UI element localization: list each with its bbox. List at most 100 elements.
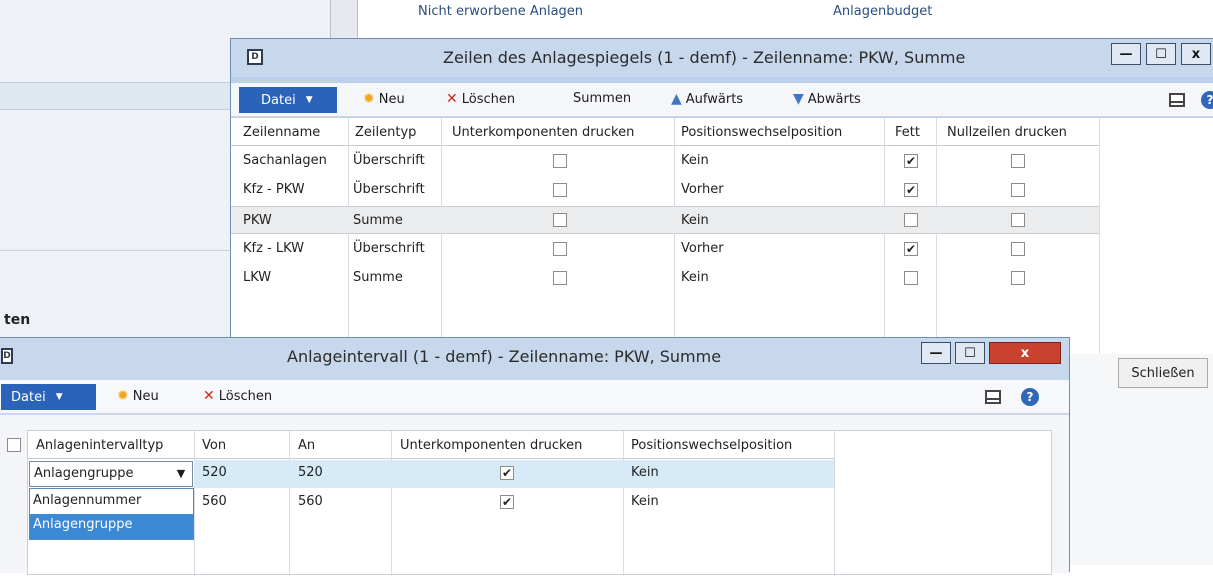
row-line-name: Kfz - PKW	[243, 182, 305, 197]
column-header-interval-type[interactable]: Anlagenintervalltyp	[36, 438, 163, 453]
minimize-button[interactable]: —	[1111, 43, 1141, 65]
print-null-lines-checkbox[interactable]	[1011, 183, 1025, 197]
app-icon: D	[247, 49, 263, 65]
close-window-button[interactable]: x	[989, 342, 1061, 364]
sums-button[interactable]: Summen	[573, 91, 631, 106]
column-header-line-type[interactable]: Zeilentyp	[355, 125, 416, 140]
row-line-name: PKW	[243, 213, 272, 228]
layout-icon[interactable]	[1169, 93, 1185, 107]
maximize-button[interactable]: ☐	[1146, 43, 1176, 65]
background-scrollbar[interactable]	[330, 0, 358, 40]
row-line-type: Überschrift	[353, 241, 425, 256]
select-all-checkbox[interactable]	[7, 438, 21, 452]
row-to: 520	[298, 465, 323, 480]
move-up-label: Aufwärts	[685, 91, 744, 107]
row-position-change: Kein	[631, 494, 659, 509]
print-subcomponents-checkbox[interactable]	[553, 183, 567, 197]
table-row[interactable]: LKW Summe Kein	[231, 264, 1099, 293]
close-button[interactable]: Schließen	[1118, 358, 1208, 388]
table-row[interactable]: Kfz - LKW Überschrift Vorher ✔	[231, 235, 1099, 264]
background-link-nicht-erworbene-anlagen[interactable]: Nicht erworbene Anlagen	[418, 4, 583, 19]
row-position-change: Kein	[631, 465, 659, 480]
delete-button[interactable]: ✕ Löschen	[203, 388, 272, 404]
maximize-button[interactable]: ☐	[955, 342, 985, 364]
help-icon[interactable]: ?	[1201, 91, 1213, 109]
bold-checkbox[interactable]: ✔	[904, 183, 918, 197]
bold-checkbox[interactable]: ✔	[904, 154, 918, 168]
print-subcomponents-checkbox[interactable]: ✔	[500, 495, 514, 509]
print-null-lines-checkbox[interactable]	[1011, 242, 1025, 256]
window-title: Anlageintervall (1 - demf) - Zeilenname:…	[287, 347, 722, 366]
help-icon[interactable]: ?	[1021, 388, 1039, 406]
window-title-bar[interactable]: D Anlageintervall (1 - demf) - Zeilennam…	[0, 338, 1069, 376]
table-row-selected[interactable]: PKW Summe Kein	[231, 206, 1099, 234]
new-star-icon: ✹	[117, 388, 129, 404]
print-subcomponents-checkbox[interactable]	[553, 242, 567, 256]
print-null-lines-checkbox[interactable]	[1011, 271, 1025, 285]
dropdown-option-asset-group: Anlagengruppe	[33, 517, 133, 532]
delete-x-icon: ✕	[203, 388, 215, 404]
file-menu-button[interactable]: Datei ▼	[239, 87, 337, 113]
column-header-position-change[interactable]: Positionswechselposition	[631, 438, 792, 453]
interval-grid-area: Anlagenintervalltyp Von An Unterkomponen…	[0, 415, 1069, 576]
delete-button[interactable]: ✕ Löschen	[446, 91, 515, 107]
close-window-button[interactable]: x	[1181, 43, 1211, 65]
print-subcomponents-checkbox[interactable]: ✔	[500, 466, 514, 480]
lines-grid: Zeilenname Zeilentyp Unterkomponenten dr…	[231, 118, 1213, 354]
table-row[interactable]: Kfz - PKW Überschrift Vorher ✔	[231, 176, 1099, 205]
print-subcomponents-checkbox[interactable]	[553, 213, 567, 227]
column-header-line-name[interactable]: Zeilenname	[243, 125, 320, 140]
row-line-name: LKW	[243, 270, 272, 285]
row-line-type: Summe	[353, 213, 403, 228]
column-header-position-change[interactable]: Positionswechselposition	[681, 125, 842, 140]
table-row[interactable]: Sachanlagen Überschrift Kein ✔	[231, 147, 1099, 176]
delete-label: Löschen	[218, 388, 273, 404]
combobox-value: Anlagengruppe	[34, 466, 134, 481]
column-divider	[834, 431, 835, 576]
print-null-lines-checkbox[interactable]	[1011, 213, 1025, 227]
file-menu-label: Datei	[11, 389, 46, 405]
row-position-change: Vorher	[681, 182, 724, 197]
column-header-from[interactable]: Von	[202, 438, 226, 453]
move-down-button[interactable]: ▼ Abwärts	[793, 91, 861, 107]
chevron-down-icon: ▼	[55, 392, 63, 402]
background-link-anlagenbudget[interactable]: Anlagenbudget	[833, 4, 932, 19]
column-header-print-subcomponents[interactable]: Unterkomponenten drucken	[400, 438, 582, 453]
new-button[interactable]: ✹ Neu	[363, 91, 405, 107]
print-subcomponents-checkbox[interactable]	[553, 154, 567, 168]
minimize-button[interactable]: —	[921, 342, 951, 364]
new-label: Neu	[378, 91, 405, 107]
bold-checkbox[interactable]	[904, 213, 918, 227]
row-line-type: Summe	[353, 270, 403, 285]
sums-label: Summen	[573, 91, 632, 106]
print-subcomponents-checkbox[interactable]	[553, 271, 567, 285]
row-position-change: Kein	[681, 153, 709, 168]
new-label: Neu	[132, 388, 159, 404]
dropdown-option-asset-number[interactable]: Anlagennummer	[33, 493, 141, 508]
column-header-to[interactable]: An	[298, 438, 315, 453]
column-header-print-subcomponents[interactable]: Unterkomponenten drucken	[452, 125, 634, 140]
column-header-bold[interactable]: Fett	[895, 125, 920, 140]
file-menu-button[interactable]: Datei ▼	[1, 384, 96, 410]
table-row-selected[interactable]: 520 520 ✔ Kein	[194, 460, 834, 488]
new-button[interactable]: ✹ Neu	[117, 388, 159, 404]
table-row[interactable]: 560 560 ✔ Kein	[194, 488, 834, 516]
arrow-down-icon: ▼	[793, 91, 804, 107]
app-icon: D	[1, 348, 13, 364]
chevron-down-icon[interactable]: ▼	[172, 464, 190, 484]
interval-type-combobox[interactable]: Anlagengruppe ▼	[29, 461, 193, 487]
print-null-lines-checkbox[interactable]	[1011, 154, 1025, 168]
toolbar: Datei ▼ ✹ Neu ✕ Löschen Summen ▲ Aufwärts ▼ A…	[231, 83, 1213, 117]
dropdown-option-highlight[interactable]: Anlagengruppe	[30, 514, 193, 539]
bold-checkbox[interactable]	[904, 271, 918, 285]
arrow-up-icon: ▲	[671, 91, 682, 107]
row-position-change: Vorher	[681, 241, 724, 256]
move-down-label: Abwärts	[807, 91, 861, 107]
toolbar: Datei ▼ ✹ Neu ✕ Löschen ?	[0, 380, 1069, 414]
bold-checkbox[interactable]: ✔	[904, 242, 918, 256]
move-up-button[interactable]: ▲ Aufwärts	[671, 91, 743, 107]
window-title-bar[interactable]: D Zeilen des Anlagespiegels (1 - demf) -…	[231, 39, 1213, 77]
window-asset-interval: D Anlageintervall (1 - demf) - Zeilennam…	[0, 337, 1070, 576]
layout-icon[interactable]	[985, 390, 1001, 404]
column-header-print-null-lines[interactable]: Nullzeilen drucken	[947, 125, 1067, 140]
